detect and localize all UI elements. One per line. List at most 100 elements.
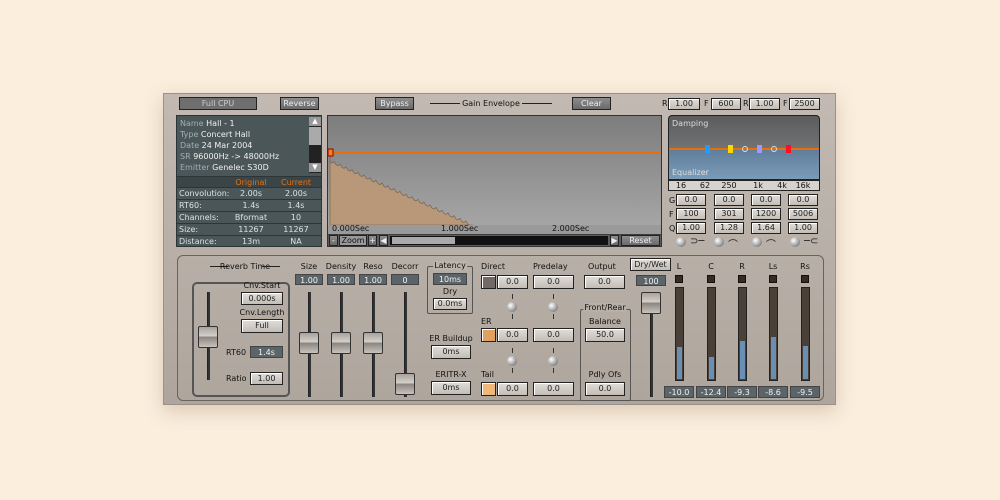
eq-node-handle[interactable] bbox=[786, 145, 791, 153]
bypass-button[interactable]: Bypass bbox=[375, 97, 414, 110]
scroll-right-icon[interactable]: ▶ bbox=[610, 235, 619, 246]
full-cpu-button[interactable]: Full CPU bbox=[179, 97, 257, 110]
r2-field[interactable]: 1.00 bbox=[749, 98, 780, 110]
eq-node-handle[interactable] bbox=[728, 145, 733, 153]
filter-type-knob[interactable] bbox=[714, 237, 724, 247]
eq-q-field[interactable]: 1.00 bbox=[676, 222, 706, 234]
link-knob[interactable] bbox=[548, 356, 558, 366]
eq-f-field[interactable]: 100 bbox=[676, 208, 706, 220]
link-knob[interactable] bbox=[507, 302, 517, 312]
time-label: 0.000Sec bbox=[332, 224, 370, 233]
slider-thumb[interactable] bbox=[363, 332, 383, 354]
link-knob[interactable] bbox=[548, 302, 558, 312]
output-field[interactable]: 0.0 bbox=[584, 275, 625, 289]
current-value: NA bbox=[290, 237, 302, 246]
type-key: Type bbox=[180, 130, 199, 139]
eq-q-field[interactable]: 1.00 bbox=[788, 222, 818, 234]
name-key: Name bbox=[180, 119, 204, 128]
reset-button[interactable]: Reset bbox=[621, 235, 660, 246]
damping-eq-display[interactable]: Damping Equalizer bbox=[668, 115, 820, 180]
clear-button[interactable]: Clear bbox=[572, 97, 611, 110]
er-predelay-field[interactable]: 0.0 bbox=[533, 328, 574, 342]
tail-predelay-field[interactable]: 0.0 bbox=[533, 382, 574, 396]
eq-q-field[interactable]: 1.28 bbox=[714, 222, 744, 234]
eq-node-handle[interactable] bbox=[705, 145, 710, 153]
eq-g-field[interactable]: 0.0 bbox=[751, 194, 781, 206]
clip-indicator[interactable] bbox=[769, 275, 777, 283]
gain-envelope-label: Gain Envelope bbox=[462, 99, 520, 108]
eq-g-field[interactable]: 0.0 bbox=[714, 194, 744, 206]
zoom-in-button[interactable]: + bbox=[368, 235, 377, 246]
dry-wet-slider-thumb[interactable] bbox=[641, 292, 661, 314]
divider bbox=[262, 266, 280, 267]
r1-field[interactable]: 1.00 bbox=[668, 98, 700, 110]
er-label: ER bbox=[481, 317, 492, 326]
eq-g-field[interactable]: 0.0 bbox=[676, 194, 706, 206]
er-level-field[interactable]: 0.0 bbox=[497, 328, 528, 342]
tail-toggle[interactable] bbox=[481, 382, 496, 396]
slider-thumb[interactable] bbox=[395, 373, 415, 395]
cnv-start-field[interactable]: 0.000s bbox=[241, 292, 283, 305]
eq-f-field[interactable]: 1200 bbox=[751, 208, 781, 220]
original-value: 11267 bbox=[238, 225, 264, 234]
level-meter bbox=[769, 287, 778, 381]
rt60-value: 1.4s bbox=[250, 346, 283, 358]
scroll-thumb[interactable] bbox=[392, 237, 455, 244]
clip-indicator[interactable] bbox=[801, 275, 809, 283]
eq-node-handle[interactable] bbox=[757, 145, 762, 153]
dry-latency-field[interactable]: 0.0ms bbox=[433, 298, 467, 310]
slider-thumb[interactable] bbox=[299, 332, 319, 354]
scroll-down-icon[interactable]: ▼ bbox=[309, 163, 321, 172]
reverse-button[interactable]: Reverse bbox=[280, 97, 319, 110]
eq-f-field[interactable]: 5006 bbox=[788, 208, 818, 220]
dry-wet-button[interactable]: Dry/Wet bbox=[630, 258, 671, 271]
clip-indicator[interactable] bbox=[707, 275, 715, 283]
eritr-x-field[interactable]: 0ms bbox=[431, 381, 471, 395]
meter-value: -9.5 bbox=[790, 386, 820, 398]
slider-thumb[interactable] bbox=[331, 332, 351, 354]
scroll-thumb[interactable] bbox=[309, 127, 321, 145]
gain-envelope-display[interactable]: 0.000Sec 1.000Sec 2.000Sec - Zoom + ◀ ▶ … bbox=[327, 115, 662, 247]
frequency-label: 250 bbox=[721, 181, 737, 190]
pdly-ofs-label: Pdly Ofs bbox=[588, 370, 622, 379]
level-meter bbox=[675, 287, 684, 381]
f1-field[interactable]: 600 bbox=[711, 98, 741, 110]
emitter-key: Emitter bbox=[180, 163, 210, 172]
filter-type-knob[interactable] bbox=[676, 237, 686, 247]
envelope-graph[interactable] bbox=[328, 116, 661, 225]
eq-f-field[interactable]: 301 bbox=[714, 208, 744, 220]
direct-toggle[interactable] bbox=[481, 275, 496, 289]
er-buildup-field[interactable]: 0ms bbox=[431, 345, 471, 359]
current-value: 2.00s bbox=[285, 189, 307, 198]
direct-predelay-field[interactable]: 0.0 bbox=[533, 275, 574, 289]
scroll-left-icon[interactable]: ◀ bbox=[379, 235, 388, 246]
scrollbar[interactable]: ▲ ▼ bbox=[309, 117, 321, 173]
direct-label: Direct bbox=[481, 262, 505, 271]
clip-indicator[interactable] bbox=[675, 275, 683, 283]
eq-node-handle[interactable] bbox=[771, 146, 777, 152]
scroll-up-icon[interactable]: ▲ bbox=[309, 117, 321, 126]
zoom-out-button[interactable]: - bbox=[329, 235, 338, 246]
reverb-time-slider-thumb[interactable] bbox=[198, 326, 218, 348]
tail-level-field[interactable]: 0.0 bbox=[497, 382, 528, 396]
link-knob[interactable] bbox=[507, 356, 517, 366]
pdly-ofs-field[interactable]: 0.0 bbox=[585, 382, 625, 396]
eq-node-handle[interactable] bbox=[742, 146, 748, 152]
balance-field[interactable]: 50.0 bbox=[585, 328, 625, 342]
frequency-label: 16 bbox=[675, 181, 687, 190]
ratio-field[interactable]: 1.00 bbox=[250, 372, 283, 385]
er-toggle[interactable] bbox=[481, 328, 496, 342]
slider-value: 1.00 bbox=[295, 274, 323, 285]
link-line bbox=[512, 348, 513, 353]
clip-indicator[interactable] bbox=[738, 275, 746, 283]
eq-q-field[interactable]: 1.64 bbox=[751, 222, 781, 234]
direct-level-field[interactable]: 0.0 bbox=[497, 275, 528, 289]
cnv-length-field[interactable]: Full bbox=[241, 319, 283, 333]
horizontal-scrollbar[interactable] bbox=[390, 236, 608, 245]
filter-type-knob[interactable] bbox=[752, 237, 762, 247]
f2-field[interactable]: 2500 bbox=[789, 98, 820, 110]
slider-label: Reso bbox=[363, 262, 383, 271]
level-meter bbox=[738, 287, 747, 381]
filter-type-knob[interactable] bbox=[790, 237, 800, 247]
eq-g-field[interactable]: 0.0 bbox=[788, 194, 818, 206]
